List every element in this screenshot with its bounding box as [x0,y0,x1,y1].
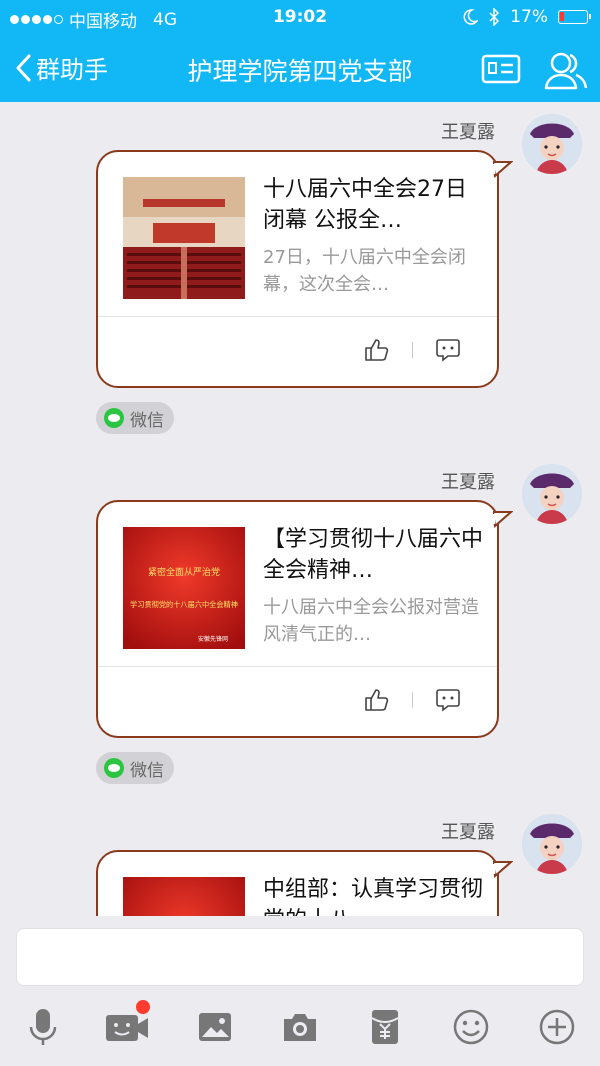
sender-name: 王夏露 [441,472,495,493]
top-bar: 中国移动 4G 19:02 17% 群助手 护理学院第四党支部 [0,0,600,102]
shared-article-card[interactable]: 中组部：认真学习贯彻党的十八… [96,850,513,916]
image-icon[interactable] [190,1004,240,1050]
emoji-icon[interactable] [446,1004,496,1050]
plus-icon[interactable] [532,1004,582,1050]
battery-icon [558,10,591,24]
wechat-source-badge[interactable]: 微信 [96,752,174,784]
card-actions [364,338,461,362]
thumb-line2: 学习贯彻党的十八届六中全会精神 [130,600,238,609]
nav-bar: 群助手 护理学院第四党支部 [0,36,600,102]
input-toolbar [0,1000,600,1054]
comment-icon[interactable] [435,338,461,362]
camera-icon[interactable] [275,1004,325,1050]
microphone-icon[interactable] [18,1004,68,1050]
article-title: 十八届六中全会27日闭幕 公报全… [263,177,467,233]
sender-name: 王夏露 [441,822,495,843]
article-title: 【学习贯彻十八届六中全会精神… [263,527,484,583]
comment-icon[interactable] [435,688,461,712]
red-packet-icon[interactable] [360,1004,410,1050]
group-members-icon[interactable] [543,48,589,96]
bubble-tail [493,511,513,528]
article-thumbnail [123,877,245,916]
avatar[interactable] [522,814,582,874]
thumb-line1: 紧密全面从严治党 [148,566,220,578]
bubble-tail [493,161,513,178]
article-thumbnail: 紧密全面从严治党学习贯彻党的十八届六中全会精神安徽先锋网 [123,527,245,649]
source-label: 微信 [130,760,164,781]
shared-article-card[interactable]: 十八届六中全会27日闭幕 公报全… 27日，十八届六中全会闭幕，这次全会… [96,150,513,388]
sender-name: 王夏露 [441,122,495,143]
battery-percent: 17% [510,7,548,27]
action-separator [412,692,413,708]
wechat-icon [104,758,124,778]
article-thumbnail [123,177,245,299]
message-input[interactable] [16,928,584,986]
divider [98,316,497,317]
profile-card-icon[interactable] [480,48,522,92]
article-summary: 27日，十八届六中全会闭幕，这次全会… [263,247,466,295]
like-icon[interactable] [364,338,390,362]
video-call-icon[interactable] [102,1000,152,1050]
bluetooth-icon [489,8,500,26]
wechat-source-badge[interactable]: 微信 [96,402,174,434]
wechat-icon [104,408,124,428]
moon-icon [463,9,479,25]
card-actions [364,688,461,712]
shared-article-card[interactable]: 紧密全面从严治党学习贯彻党的十八届六中全会精神安徽先锋网 【学习贯彻十八届六中全… [96,500,513,738]
bubble-tail [493,861,513,878]
source-label: 微信 [130,410,164,431]
thumb-credit: 安徽先锋网 [198,635,228,643]
bottom-panel [0,916,600,1066]
unread-badge [136,1000,150,1014]
article-summary: 十八届六中全会公报对营造风清气正的… [263,597,479,645]
avatar[interactable] [522,114,582,174]
chat-area[interactable]: 王夏露 十八届六中全会27日闭幕 公报全… 27日，十八届六中全会闭幕，这次全会… [0,102,600,916]
status-right: 17% [462,7,591,27]
action-separator [412,342,413,358]
article-title: 中组部：认真学习贯彻党的十八… [263,877,484,916]
divider [98,666,497,667]
avatar[interactable] [522,464,582,524]
status-bar: 中国移动 4G 19:02 17% [0,0,600,36]
like-icon[interactable] [364,688,390,712]
